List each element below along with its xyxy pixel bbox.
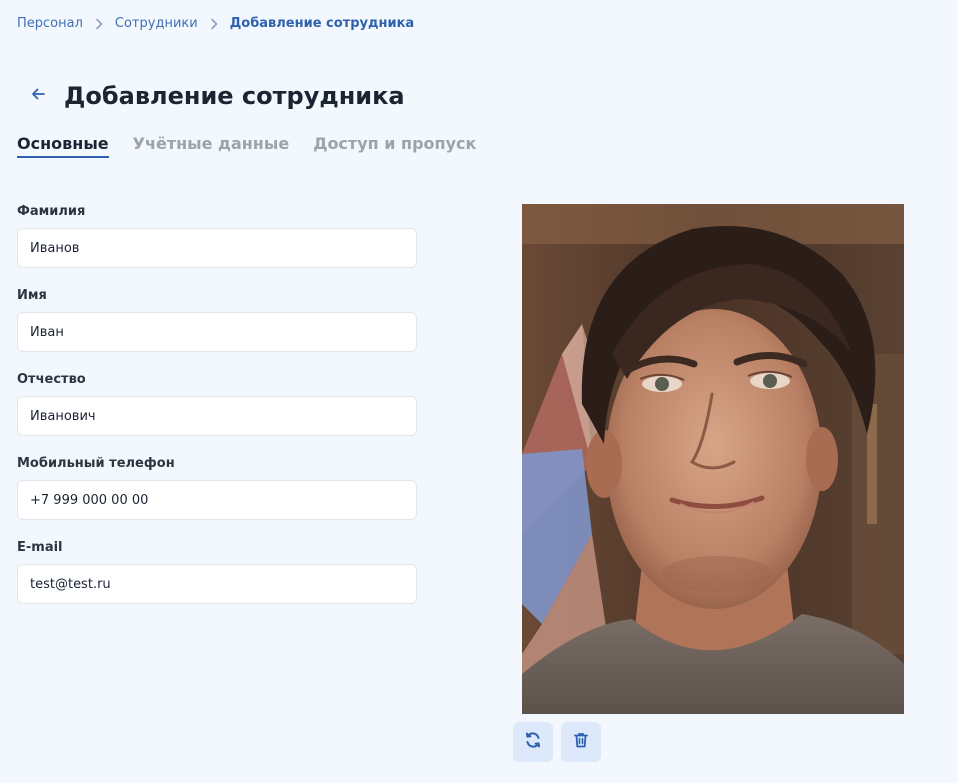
- breadcrumb-current: Добавление сотрудника: [229, 16, 415, 31]
- field-phone: Мобильный телефон: [17, 456, 417, 520]
- last-name-input[interactable]: [17, 228, 417, 268]
- patronymic-label: Отчество: [17, 372, 86, 387]
- tab-main[interactable]: Основные: [17, 133, 109, 158]
- refresh-photo-button[interactable]: [513, 722, 553, 762]
- email-label: E-mail: [17, 540, 63, 555]
- first-name-label: Имя: [17, 288, 47, 303]
- employee-form: Фамилия Имя Отчество Мобильный телефон E…: [17, 204, 417, 624]
- phone-input[interactable]: [17, 480, 417, 520]
- patronymic-input[interactable]: [17, 396, 417, 436]
- last-name-label: Фамилия: [17, 204, 86, 219]
- tab-bar: Основные Учётные данные Доступ и пропуск: [17, 133, 500, 158]
- photo-actions: [513, 722, 609, 762]
- refresh-icon: [524, 731, 542, 753]
- field-email: E-mail: [17, 540, 417, 604]
- tab-credentials[interactable]: Учётные данные: [133, 133, 290, 158]
- field-last-name: Фамилия: [17, 204, 417, 268]
- page-header: Добавление сотрудника: [26, 80, 405, 112]
- trash-icon: [572, 731, 590, 753]
- email-input[interactable]: [17, 564, 417, 604]
- delete-photo-button[interactable]: [561, 722, 601, 762]
- arrow-left-icon: [30, 86, 46, 106]
- chevron-right-icon: [198, 18, 230, 30]
- phone-label: Мобильный телефон: [17, 456, 175, 471]
- employee-photo-image: [522, 204, 904, 714]
- field-patronymic: Отчество: [17, 372, 417, 436]
- field-first-name: Имя: [17, 288, 417, 352]
- chevron-right-icon: [83, 18, 115, 30]
- page-title: Добавление сотрудника: [64, 82, 405, 110]
- breadcrumb-item-employees[interactable]: Сотрудники: [115, 16, 198, 32]
- breadcrumb-item-staff[interactable]: Персонал: [17, 16, 83, 32]
- back-button[interactable]: [26, 80, 50, 112]
- breadcrumb: Персонал Сотрудники Добавление сотрудник…: [17, 16, 414, 32]
- tab-access-pass[interactable]: Доступ и пропуск: [313, 133, 476, 158]
- first-name-input[interactable]: [17, 312, 417, 352]
- employee-photo: [522, 204, 904, 714]
